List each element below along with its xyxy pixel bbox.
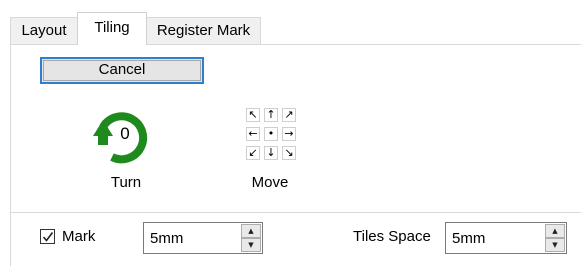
divider [10, 212, 581, 213]
move-left-icon[interactable]: ← [246, 127, 260, 141]
tiles-space-down-button[interactable]: ▼ [545, 238, 565, 252]
checkmark-icon [42, 232, 54, 242]
move-label: Move [251, 174, 289, 191]
move-down-left-icon[interactable]: ↙ [246, 146, 260, 160]
move-up-icon[interactable]: ↑ [264, 108, 278, 122]
mark-size-down-button[interactable]: ▼ [241, 238, 261, 252]
move-right-icon[interactable]: → [282, 127, 296, 141]
move-down-icon[interactable]: ↓ [264, 146, 278, 160]
mark-size-up-button[interactable]: ▲ [241, 224, 261, 238]
move-arrow-grid: ↖ ↑ ↗ ← • → ↙ ↓ ↘ [246, 108, 300, 162]
cancel-button[interactable]: Cancel [40, 57, 204, 84]
mark-label[interactable]: Mark [62, 228, 95, 246]
mark-size-spinner: ▲ ▼ [143, 222, 263, 254]
move-center-icon[interactable]: • [264, 127, 278, 141]
move-down-right-icon[interactable]: ↘ [282, 146, 296, 160]
tiles-space-up-button[interactable]: ▲ [545, 224, 565, 238]
mark-checkbox[interactable] [40, 229, 55, 244]
move-up-left-icon[interactable]: ↖ [246, 108, 260, 122]
tiles-space-spinner: ▲ ▼ [445, 222, 567, 254]
tab-tiling[interactable]: Tiling [77, 12, 147, 45]
tab-layout[interactable]: Layout [10, 17, 78, 44]
move-up-right-icon[interactable]: ↗ [282, 108, 296, 122]
tiles-space-label: Tiles Space [353, 228, 431, 245]
turn-value: 0 [120, 124, 130, 143]
tab-register-mark[interactable]: Register Mark [146, 17, 261, 44]
mark-size-input[interactable] [146, 225, 238, 251]
turn-label: Turn [110, 174, 142, 191]
tiles-space-input[interactable] [448, 225, 542, 251]
